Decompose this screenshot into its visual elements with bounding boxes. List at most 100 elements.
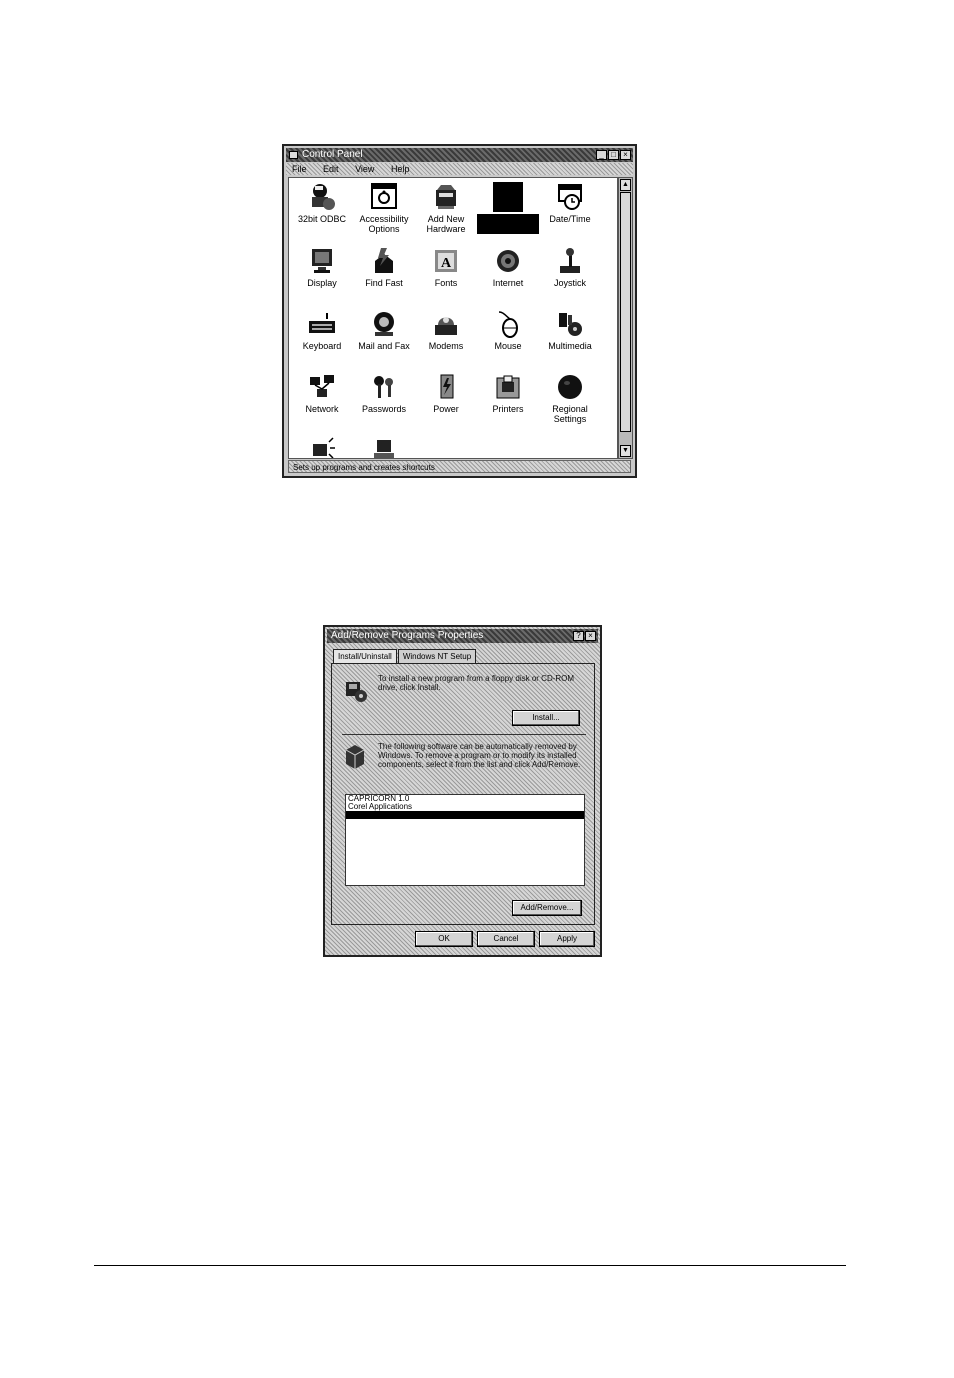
- joystick-icon: [555, 246, 585, 276]
- control-panel-icon-view: 32bit ODBC Accessibility Options Add New…: [288, 177, 618, 459]
- add-remove-programs-dialog: Add/Remove Programs Properties ? × Insta…: [323, 625, 602, 957]
- system-icon: [369, 434, 399, 458]
- tab-panel: To install a new program from a floppy d…: [331, 663, 595, 925]
- cp-item-label: Fonts: [434, 278, 458, 288]
- vertical-scrollbar[interactable]: ▲ ▼: [618, 177, 633, 459]
- scroll-up-arrow-icon[interactable]: ▲: [620, 179, 631, 191]
- cp-item-label: Accessibility Options: [359, 214, 409, 234]
- cp-item-label: Date/Time: [549, 214, 591, 224]
- cp-item-label: Network: [305, 404, 339, 414]
- status-bar: Sets up programs and creates shortcuts: [288, 460, 631, 473]
- cp-item-network[interactable]: Network: [291, 372, 353, 414]
- accessibility-icon: [369, 182, 399, 212]
- install-button[interactable]: Install...: [512, 710, 580, 726]
- dialog-close-button[interactable]: ×: [585, 631, 596, 641]
- cp-item-32bit-odbc[interactable]: 32bit ODBC: [291, 182, 353, 224]
- dialog-titlebar[interactable]: Add/Remove Programs Properties ? ×: [327, 629, 598, 643]
- scroll-thumb[interactable]: [620, 192, 631, 432]
- menu-bar: File Edit View Help: [286, 163, 633, 175]
- cp-item-add-remove-programs[interactable]: [477, 182, 539, 234]
- regional-settings-icon: [555, 372, 585, 402]
- section-divider: [342, 734, 586, 735]
- tab-windows-nt-setup[interactable]: Windows NT Setup: [397, 649, 477, 663]
- add-remove-button[interactable]: Add/Remove...: [512, 900, 582, 916]
- apply-button[interactable]: Apply: [539, 931, 595, 947]
- keyboard-icon: [307, 309, 337, 339]
- control-panel-title: Control Panel: [302, 149, 363, 160]
- sounds-icon: [307, 434, 337, 458]
- tab-strip: Install/Uninstall Windows NT Setup: [333, 649, 477, 664]
- page-footer-rule: [94, 1265, 846, 1266]
- cp-item-label: Modems: [428, 341, 464, 351]
- scroll-down-arrow-icon[interactable]: ▼: [620, 445, 631, 457]
- cp-item-label: Regional Settings: [552, 404, 588, 424]
- cp-item-internet[interactable]: Internet: [477, 246, 539, 288]
- date-time-icon: [555, 182, 585, 212]
- cp-item-fonts[interactable]: A Fonts: [415, 246, 477, 288]
- cp-item-label: Internet: [492, 278, 524, 288]
- cp-item-add-new-hardware[interactable]: Add New Hardware: [415, 182, 477, 234]
- uninstall-box-icon: [342, 742, 368, 770]
- cancel-button[interactable]: Cancel: [477, 931, 535, 947]
- control-panel-titlebar[interactable]: Control Panel _ □ ×: [286, 148, 633, 162]
- cp-item-label: Joystick: [553, 278, 586, 288]
- install-instructions: To install a new program from a floppy d…: [378, 674, 575, 692]
- cp-item-sounds[interactable]: [291, 434, 353, 458]
- cp-item-find-fast[interactable]: Find Fast: [353, 246, 415, 288]
- installed-programs-list[interactable]: CAPRICORN 1.0 Corel Applications: [345, 794, 585, 886]
- cp-item-modems[interactable]: Modems: [415, 309, 477, 351]
- maximize-button[interactable]: □: [608, 150, 619, 160]
- status-text: Sets up programs and creates shortcuts: [293, 463, 435, 472]
- dialog-title: Add/Remove Programs Properties: [331, 630, 484, 641]
- menu-help[interactable]: Help: [391, 164, 410, 174]
- cp-item-label: Add New Hardware: [426, 214, 466, 234]
- cp-item-date-time[interactable]: Date/Time: [539, 182, 601, 224]
- menu-view[interactable]: View: [355, 164, 374, 174]
- close-button[interactable]: ×: [620, 150, 631, 160]
- network-icon: [307, 372, 337, 402]
- internet-icon: [493, 246, 523, 276]
- cp-item-label: Multimedia: [548, 341, 592, 351]
- cp-item-display[interactable]: Display: [291, 246, 353, 288]
- cp-item-accessibility[interactable]: Accessibility Options: [353, 182, 415, 234]
- cp-item-mail-and-fax[interactable]: Mail and Fax: [353, 309, 415, 351]
- install-disk-icon: [342, 676, 368, 704]
- list-item-selected[interactable]: [346, 811, 584, 819]
- cp-item-multimedia[interactable]: Multimedia: [539, 309, 601, 351]
- cp-item-label: Mail and Fax: [358, 341, 410, 351]
- display-icon: [307, 246, 337, 276]
- cp-item-label: Passwords: [361, 404, 406, 414]
- cp-item-mouse[interactable]: Mouse: [477, 309, 539, 351]
- minimize-button[interactable]: _: [596, 150, 607, 160]
- control-panel-window-icon: [289, 151, 298, 159]
- uninstall-instructions: The following software can be automatica…: [378, 742, 581, 769]
- add-hardware-icon: [431, 182, 461, 212]
- cp-item-label: Power: [433, 404, 459, 414]
- printers-icon: [493, 372, 523, 402]
- passwords-icon: [369, 372, 399, 402]
- cp-item-printers[interactable]: Printers: [477, 372, 539, 414]
- cp-item-label: Keyboard: [302, 341, 342, 351]
- odbc-icon: [307, 182, 337, 212]
- menu-edit[interactable]: Edit: [323, 164, 339, 174]
- svg-text:A: A: [441, 256, 452, 271]
- ok-button[interactable]: OK: [415, 931, 473, 947]
- list-item[interactable]: Corel Applications: [346, 803, 584, 811]
- cp-item-label: Display: [307, 278, 337, 288]
- tab-install-uninstall[interactable]: Install/Uninstall: [333, 649, 397, 664]
- cp-item-label: Find Fast: [365, 278, 403, 288]
- help-button[interactable]: ?: [573, 631, 584, 641]
- mouse-icon: [493, 309, 523, 339]
- cp-item-regional-settings[interactable]: Regional Settings: [539, 372, 601, 424]
- cp-item-label: 32bit ODBC: [297, 214, 347, 224]
- cp-item-keyboard[interactable]: Keyboard: [291, 309, 353, 351]
- cp-item-label: Mouse: [494, 341, 522, 351]
- cp-item-joystick[interactable]: Joystick: [539, 246, 601, 288]
- cp-item-label: Printers: [492, 404, 524, 414]
- menu-file[interactable]: File: [292, 164, 307, 174]
- control-panel-window: Control Panel _ □ × File Edit View Help …: [282, 144, 637, 478]
- cp-item-power[interactable]: Power: [415, 372, 477, 414]
- cp-item-passwords[interactable]: Passwords: [353, 372, 415, 414]
- power-icon: [431, 372, 461, 402]
- cp-item-system[interactable]: [353, 434, 415, 458]
